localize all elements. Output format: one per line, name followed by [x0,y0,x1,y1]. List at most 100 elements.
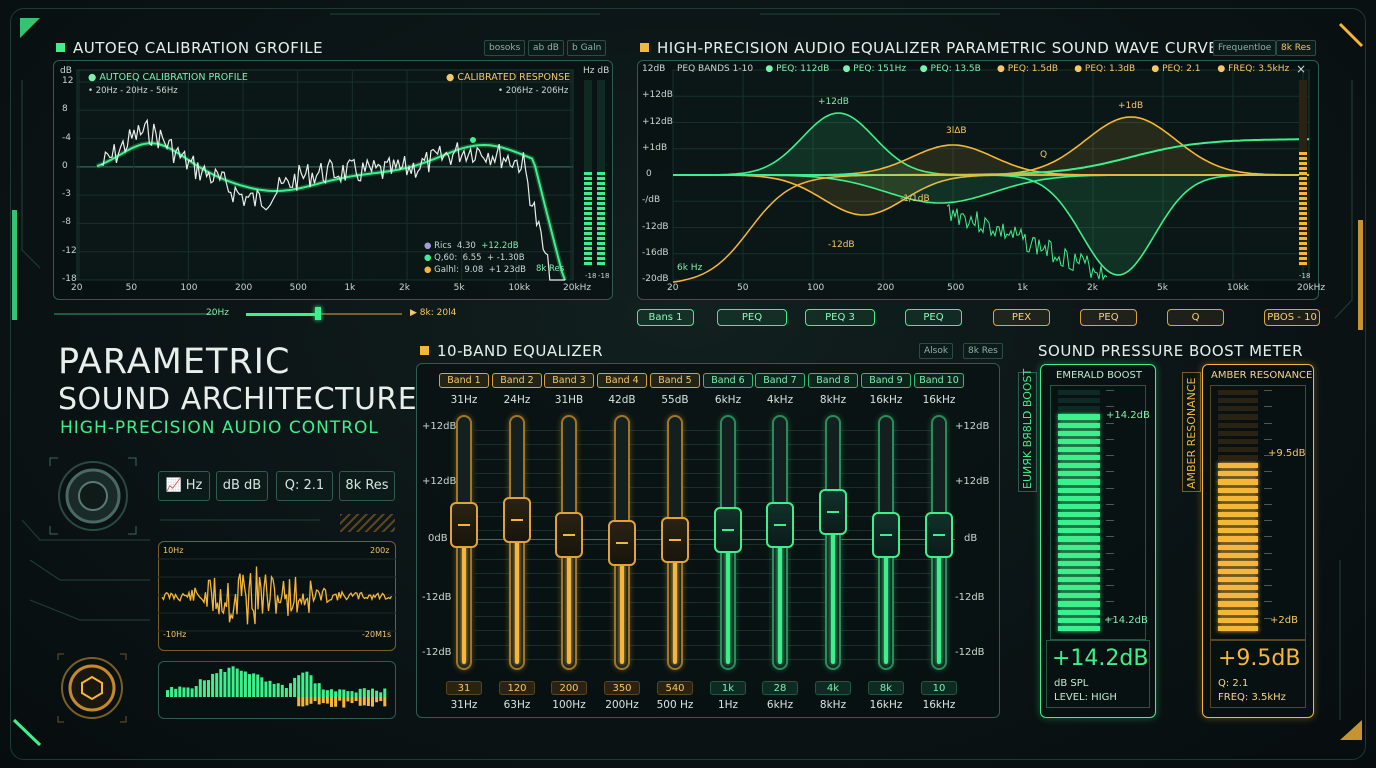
meter-segment [1218,544,1258,550]
spectrum-bar-neg [375,697,379,703]
eq10-chip-2[interactable]: 8k Res [963,343,1003,359]
spectrum-bar [202,680,206,697]
spectrum-bar-neg [330,697,333,707]
band-slider-knob-7[interactable] [766,501,794,548]
hexagon-power-icon[interactable] [56,652,128,724]
hz-button[interactable]: 📈 Hz [158,471,210,501]
peq-band-pill-4[interactable]: PEQ [905,309,962,326]
band-slider-knob-6[interactable] [714,506,742,553]
autoeq-x-tick: 50 [125,283,138,293]
eq10-scale-right: -12dB [955,647,985,658]
db-button[interactable]: dB dB [216,471,268,501]
band-slider-knob-10[interactable] [925,511,953,558]
autoeq-chip-2[interactable]: ab dB [528,40,564,56]
band-top-value: 42dB [608,394,636,406]
peq-y-tick: -12dB [642,221,669,232]
autoeq-x-tick: 20 [71,283,83,293]
peq-legend-item: ● PEQ: 1.5dB [997,64,1059,74]
peq-chip-2[interactable]: 8k Res [1276,40,1316,56]
band-slider-knob-2[interactable] [503,496,531,543]
band-bottom-freq: 500 Hz [656,699,694,711]
band-label-2[interactable]: Band 2 [492,373,542,388]
close-icon[interactable]: × [1296,62,1306,76]
meter-tick [1264,585,1272,587]
spectrum-bar [346,691,350,697]
spectrum-bar [301,672,305,697]
peq-band-pill-3[interactable]: PEQ 3 [805,309,875,326]
eq10-scale-right: dB [964,533,978,544]
meter-segment [1218,528,1258,534]
band-slider-knob-4[interactable] [608,519,636,566]
band-label-8[interactable]: Band 8 [808,373,858,388]
hero-subtitle: SOUND ARCHITECTURE [58,382,418,417]
peq-y-tick: -20dB [642,274,669,284]
autoeq-stat-row: ● Galhl: 9.08 +1 23dB [424,265,526,275]
meter-segment [1058,414,1100,420]
meter-segment [1218,593,1258,599]
meter-tick [1106,601,1114,603]
peq-band-pill-8[interactable]: PBOS - 10 [1264,309,1320,326]
amber-header: AMBER RESONANCE [1211,370,1313,381]
spectrum-bar [305,671,309,697]
band-label-7[interactable]: Band 7 [755,373,805,388]
autoeq-x-tick: 5k [453,283,465,293]
band-slider-knob-5[interactable] [661,516,689,563]
peq-band-pill-7[interactable]: Q [1167,309,1224,326]
eq10-gridline [475,644,945,646]
peq-y-tick: -16dB [642,247,669,258]
peq-x-tick: 10kk [1227,283,1249,293]
band-slider-knob-9[interactable] [872,511,900,558]
autoeq-graph [76,69,574,281]
q-button[interactable]: Q: 2.1 [276,471,333,501]
peq-band-pill-1[interactable]: Bans 1 [637,309,694,326]
spectrum-bar-neg [334,697,338,707]
meter-tick [1106,520,1114,522]
band-label-4[interactable]: Band 4 [597,373,647,388]
slider-thumb[interactable] [314,307,321,320]
spectrum-bar [272,684,276,697]
meter-segment [1058,495,1100,501]
eq10-gridline [475,501,945,503]
eq10-scale-right: +12dB [955,476,990,487]
wave-label: -20M1s [362,630,392,639]
meter-segment [1058,479,1100,485]
peq-band-pill-2[interactable]: PEQ [717,309,787,326]
band-label-10[interactable]: Band 10 [914,373,964,388]
meter-tick [1264,390,1272,391]
meter-segment [1218,422,1258,428]
spectrum-bar [178,686,182,697]
band-slider-knob-1[interactable] [450,501,478,548]
band-top-value: 24Hz [503,394,531,406]
autoeq-stat-row: ● Q,60: 6.55 + -1.30B [424,253,525,263]
peq-band-pill-6[interactable]: PEQ [1080,309,1137,326]
res-button[interactable]: 8k Res [339,471,395,501]
eq10-gridline [475,587,945,589]
band-top-value: 6kHz [714,394,742,406]
autoeq-y-tick: 8 [62,104,68,115]
band-label-3[interactable]: Band 3 [544,373,594,388]
knob-grip [458,523,470,526]
band-label-9[interactable]: Band 9 [861,373,911,388]
meter-segment [1058,406,1100,412]
speaker-knob-icon[interactable] [48,456,138,536]
spectrum-bar [280,684,284,697]
peq-band-pill-5[interactable]: PEX [993,309,1050,326]
band-label-6[interactable]: Band 6 [703,373,753,388]
peq-chip-1[interactable]: Frequentloe [1213,40,1277,56]
meter-segment [1058,471,1100,477]
meter-segment [1218,617,1258,623]
meter-tick [1264,422,1272,424]
frequency-slider[interactable]: 20Hz ▶ 8k: 20l4 [54,306,614,322]
autoeq-chip-1[interactable]: bosoks [484,40,526,56]
meter-segment [1218,390,1258,396]
autoeq-chip-3[interactable]: b Galn [567,40,607,56]
spectrum-bar [330,689,333,697]
band-label-5[interactable]: Band 5 [650,373,700,388]
spectrum-bar [325,690,329,697]
knob-grip [511,518,523,521]
band-slider-knob-3[interactable] [555,511,583,558]
band-slider-track-8[interactable] [825,415,841,670]
band-slider-knob-8[interactable] [819,488,847,535]
band-label-1[interactable]: Band 1 [439,373,489,388]
eq10-chip-1[interactable]: Alsok [919,343,954,359]
